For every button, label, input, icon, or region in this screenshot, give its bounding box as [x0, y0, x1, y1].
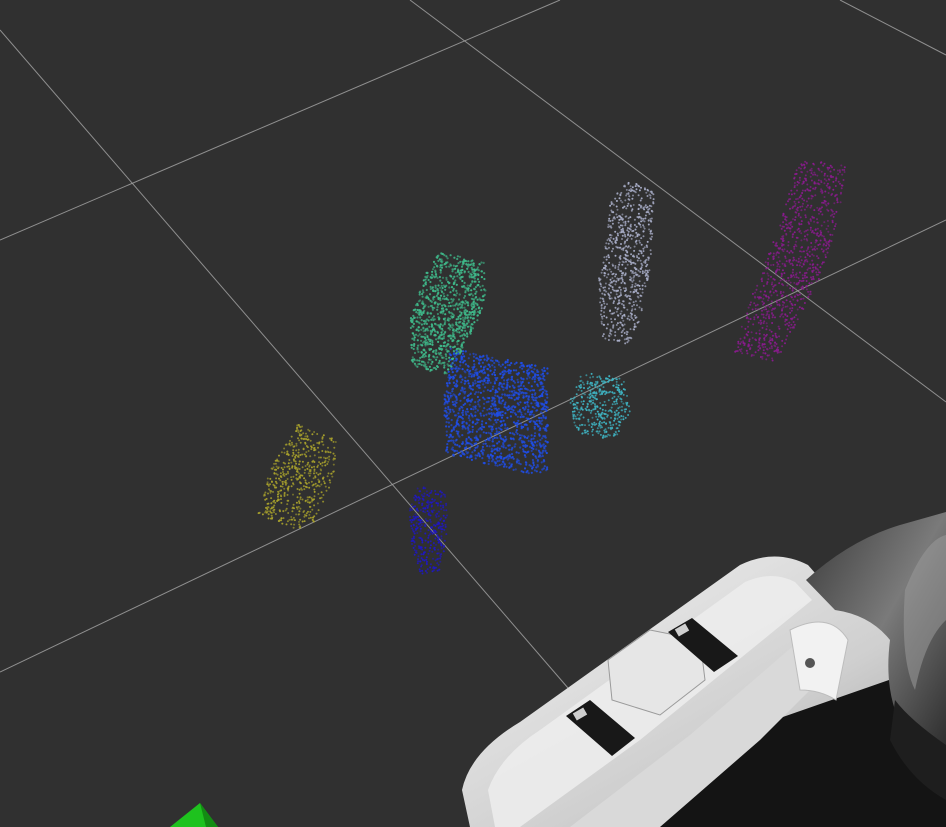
yellow-cluster[interactable]: [257, 424, 337, 529]
green-marker[interactable]: [170, 803, 218, 827]
blue-cluster[interactable]: [443, 347, 550, 475]
point-clouds: [257, 160, 846, 575]
purple-cluster[interactable]: [734, 160, 846, 362]
green-cluster[interactable]: [409, 252, 487, 375]
navy-cluster[interactable]: [409, 486, 448, 575]
grid-line: [839, 0, 946, 56]
grid-line: [0, 0, 561, 241]
robot-model[interactable]: [462, 512, 946, 827]
cyan-cluster[interactable]: [569, 372, 631, 439]
3d-viewport[interactable]: [0, 0, 946, 827]
grid-line: [0, 29, 569, 689]
scene-canvas[interactable]: [0, 0, 946, 827]
white-cluster[interactable]: [598, 181, 655, 345]
grid-line: [409, 0, 946, 403]
robot-bolt: [805, 658, 815, 668]
